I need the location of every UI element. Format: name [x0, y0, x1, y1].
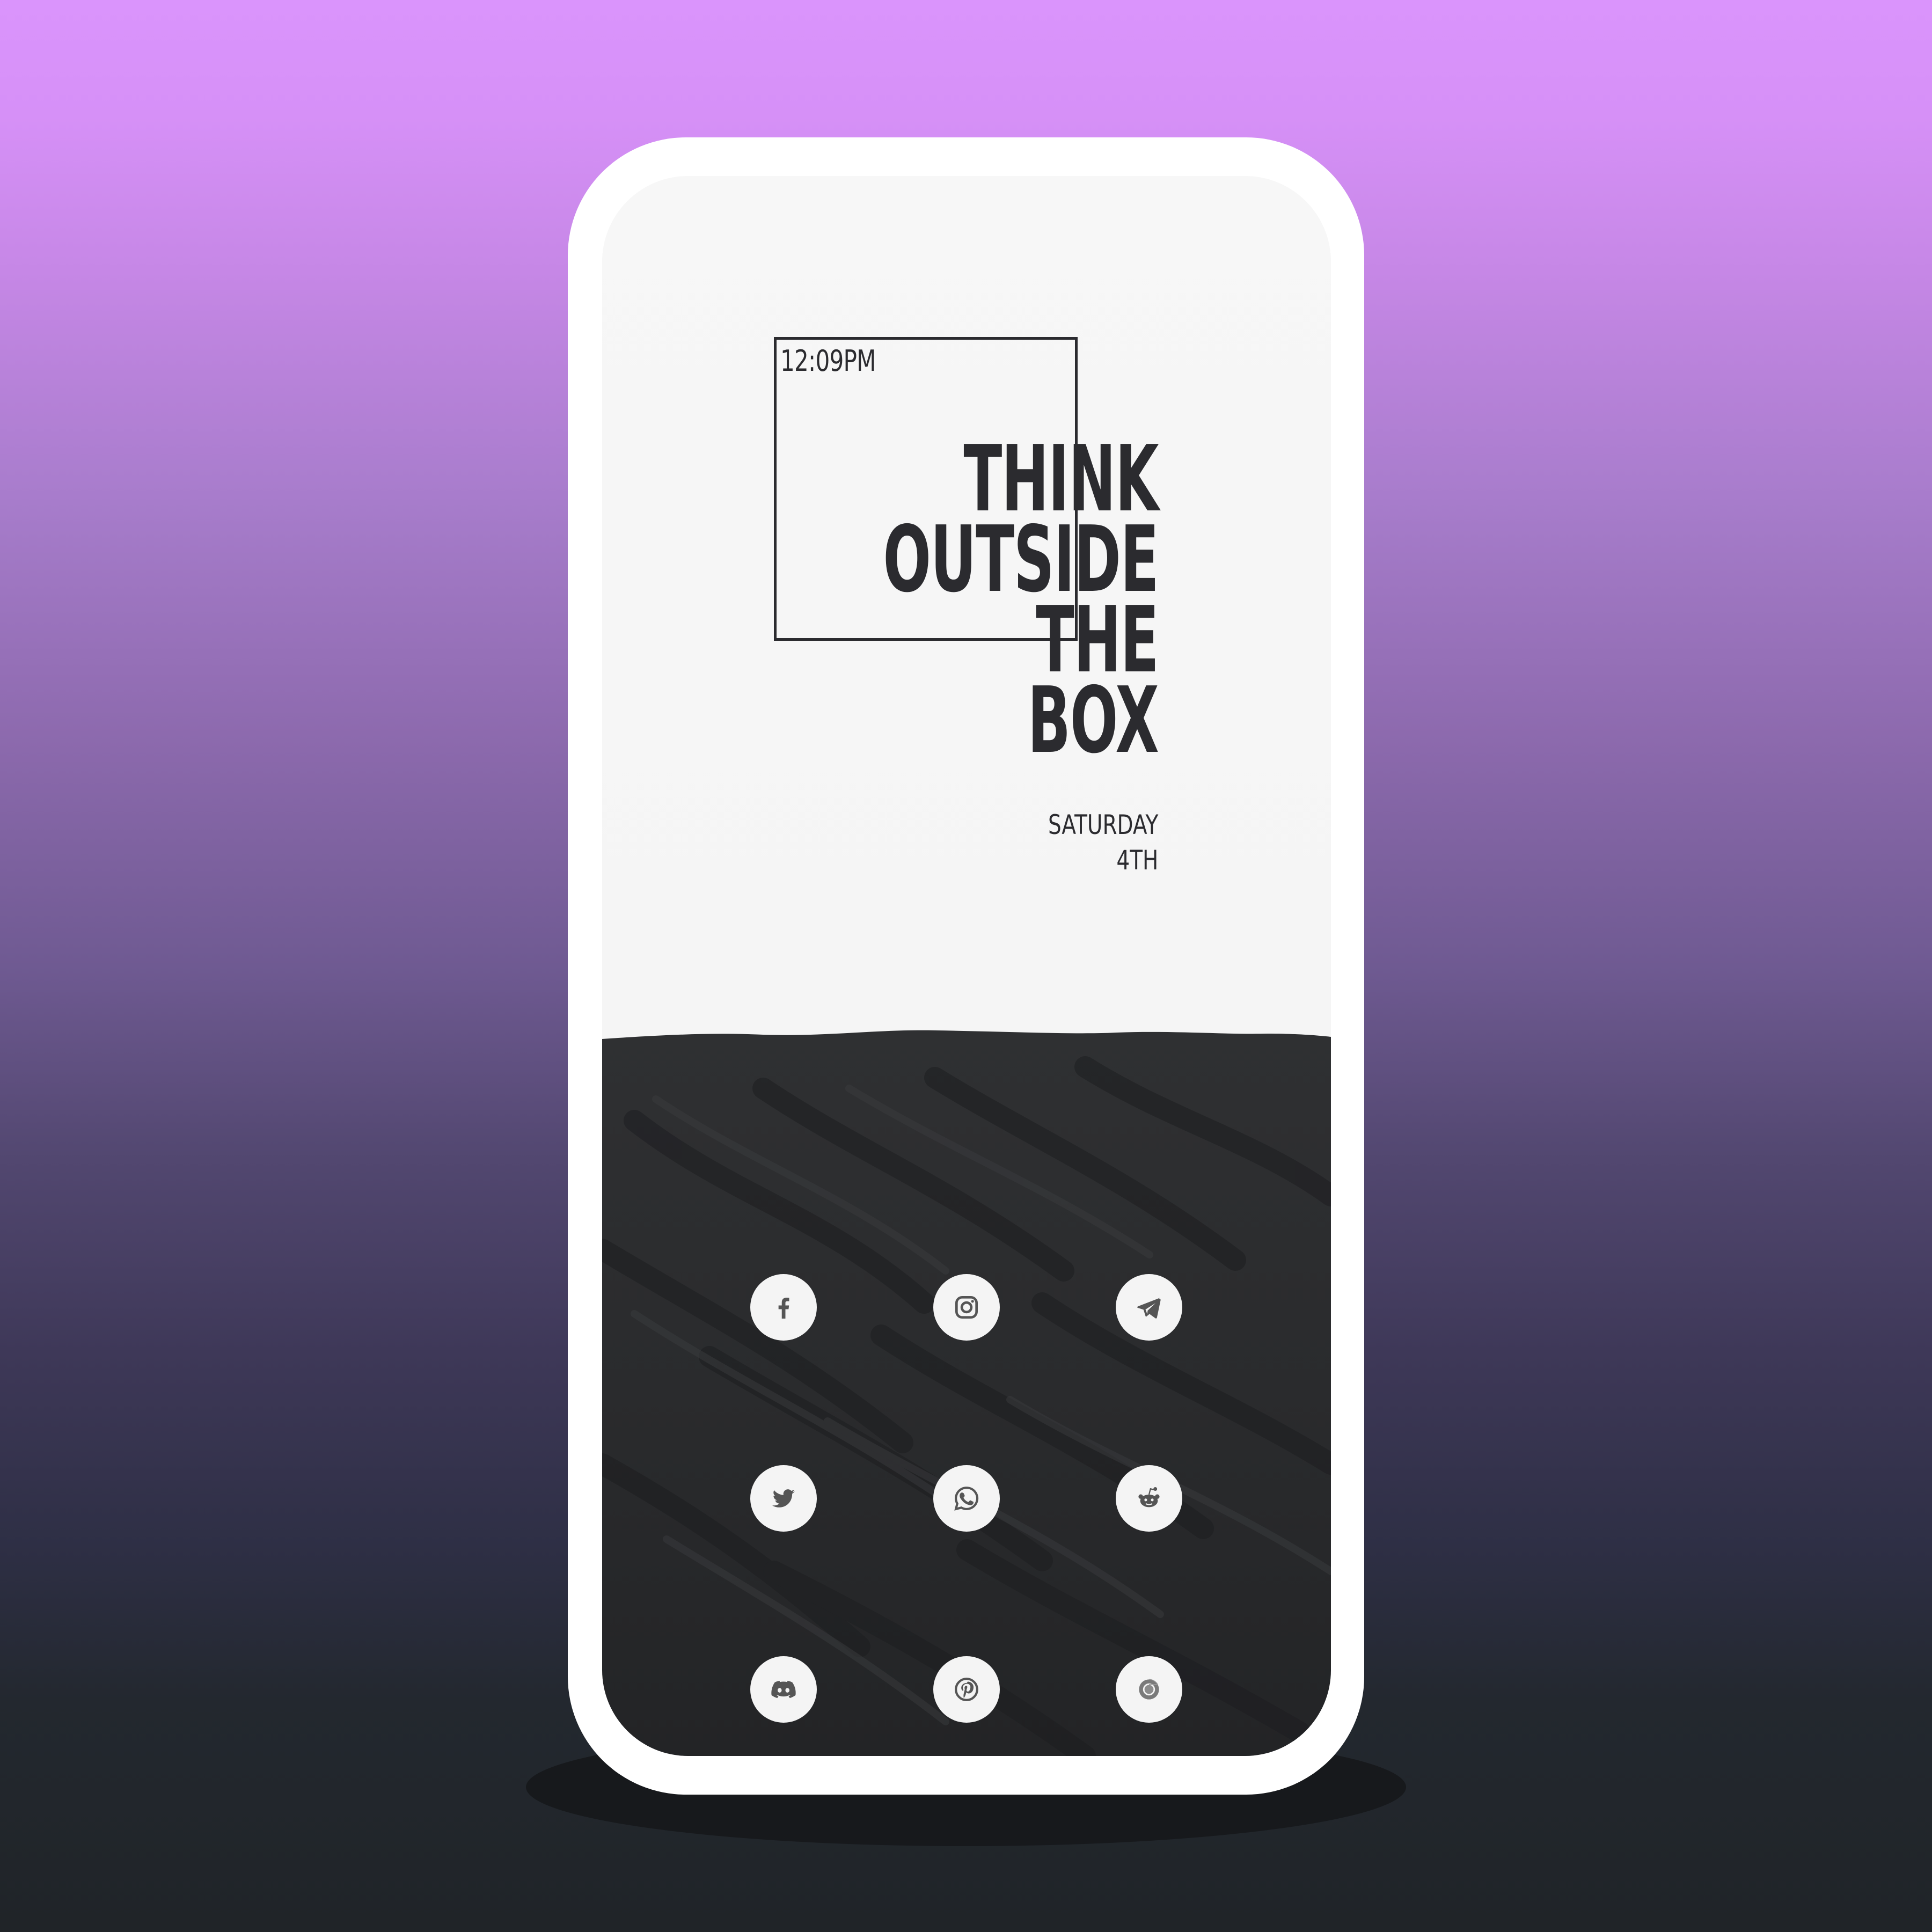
pinterest-icon — [955, 1678, 978, 1701]
whatsapp-icon — [954, 1487, 979, 1511]
app-grid — [602, 176, 1331, 1756]
reddit-app-button[interactable] — [1116, 1465, 1182, 1532]
facebook-app-button[interactable] — [750, 1274, 817, 1341]
discord-icon — [771, 1680, 796, 1699]
chrome-app-button[interactable] — [1116, 1656, 1182, 1723]
telegram-app-button[interactable] — [1116, 1274, 1182, 1341]
discord-app-button[interactable] — [750, 1656, 817, 1723]
phone-screen: 12:09PM THINK OUTSIDE THE BOX SATURDAY 4… — [602, 176, 1331, 1756]
facebook-icon — [778, 1298, 789, 1319]
pinterest-app-button[interactable] — [933, 1656, 1000, 1723]
instagram-icon — [955, 1296, 978, 1319]
instagram-app-button[interactable] — [933, 1274, 1000, 1341]
telegram-icon — [1137, 1298, 1161, 1319]
twitter-icon — [772, 1489, 795, 1507]
chrome-icon — [1139, 1679, 1159, 1700]
whatsapp-app-button[interactable] — [933, 1465, 1000, 1532]
reddit-icon — [1138, 1487, 1160, 1507]
twitter-app-button[interactable] — [750, 1465, 817, 1532]
